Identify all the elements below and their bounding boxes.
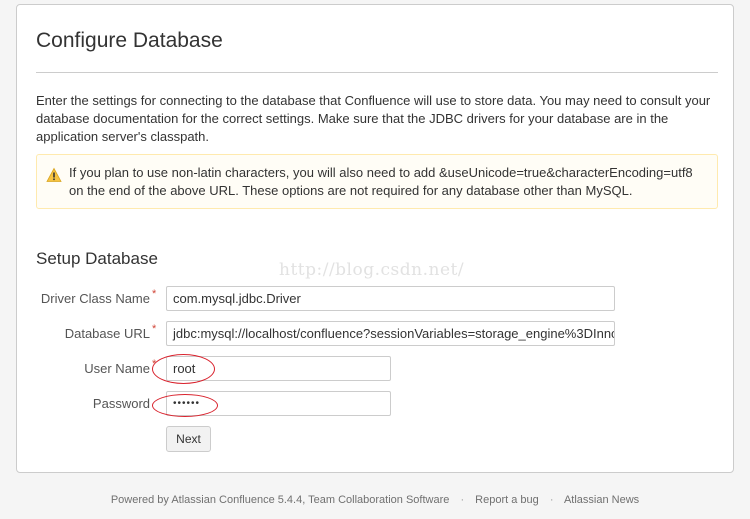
user-name-label: User Name — [84, 361, 150, 376]
report-bug-link[interactable]: Report a bug — [475, 494, 539, 506]
footer-powered-by: Powered by Atlassian Confluence 5.4.4, T… — [110, 494, 450, 506]
password-input[interactable]: •••••• — [166, 391, 391, 416]
title-divider — [36, 72, 718, 73]
required-marker: * — [152, 288, 157, 300]
intro-text: Enter the settings for connecting to the… — [36, 93, 711, 144]
watermark: http://blog.csdn.net/ — [279, 260, 465, 280]
database-url-label: Database URL — [64, 326, 150, 341]
required-marker: * — [152, 358, 157, 370]
next-button[interactable]: Next — [166, 426, 211, 452]
footer: Powered by Atlassian Confluence 5.4.4, T… — [0, 494, 750, 506]
driver-class-label: Driver Class Name — [40, 291, 150, 306]
atlassian-news-link[interactable]: Atlassian News — [564, 494, 639, 506]
user-name-input[interactable]: root — [166, 356, 391, 381]
password-label: Password — [92, 396, 150, 411]
warning-text: If you plan to use non-latin characters,… — [69, 165, 693, 198]
footer-separator: · — [549, 494, 554, 506]
driver-class-input[interactable]: com.mysql.jdbc.Driver — [166, 286, 615, 311]
configure-database-panel: Configure Database Enter the settings fo… — [16, 4, 734, 473]
database-url-input[interactable]: jdbc:mysql://localhost/confluence?sessio… — [166, 321, 615, 346]
page-title: Configure Database — [36, 29, 223, 52]
footer-separator: · — [460, 494, 465, 506]
warning-icon — [46, 167, 62, 182]
required-marker: * — [152, 323, 157, 335]
warning-message: If you plan to use non-latin characters,… — [36, 154, 718, 209]
section-title: Setup Database — [36, 249, 158, 268]
